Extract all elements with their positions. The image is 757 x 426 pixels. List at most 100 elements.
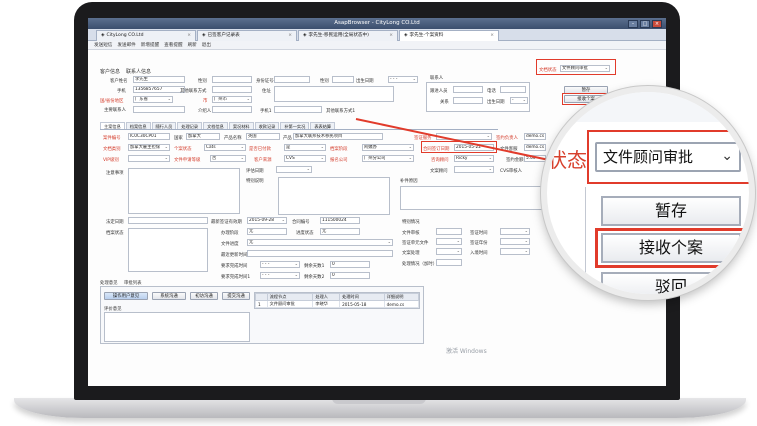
tab-signed-customers[interactable]: ◈ 已签客户记录表 × [197,30,297,41]
other-contact-input[interactable] [212,86,252,93]
date6-select[interactable]: - - - [260,272,300,279]
submit-communication-button[interactable]: 提交沟通 [222,292,250,300]
history-textarea[interactable] [128,228,208,272]
expire-select[interactable]: 2015-09-28 [247,217,287,224]
subtab-materials[interactable]: 案况材料 [228,122,254,129]
days1-input[interactable]: 0 [330,261,370,268]
doc-input[interactable]: demo.cs [524,144,546,151]
id-input[interactable] [274,76,310,83]
product-input[interactable]: 英国 [246,133,280,140]
contract-input[interactable]: 111500024 [320,217,360,224]
close-icon[interactable]: × [652,20,662,28]
stage-select[interactable]: 阿姨办 [362,144,414,151]
menu-send-sms[interactable]: 发送短信 [94,41,112,49]
menu-refresh[interactable]: 刷新 [188,41,197,49]
tab-close-icon[interactable]: × [288,31,292,41]
note2-input[interactable] [436,259,462,266]
evaluation-select[interactable] [276,166,312,173]
minimize-icon[interactable]: – [628,20,638,28]
menu-add-reminder[interactable]: 新增提醒 [141,41,159,49]
tab-citylong[interactable]: ◈ CityLong CO.Ltd × [96,30,196,41]
eval-detail-textarea[interactable] [278,177,390,215]
subtab-payments[interactable]: 收款记录 [254,122,280,129]
tab-close-icon[interactable]: × [490,31,494,41]
birth2-select[interactable]: - [510,97,528,104]
date1-input[interactable] [247,250,393,257]
maximize-icon[interactable]: □ [640,20,650,28]
zoom-reject-button[interactable]: 驳回 [601,272,741,294]
stage-label: 档案阶段 [330,147,348,152]
progress-select[interactable]: 无 [247,239,393,246]
handle-input[interactable]: 无 [247,228,287,235]
case-type-select[interactable]: 加拿大雇主担保 [128,144,170,151]
case-subtabs: 主案信息 档案信息 随行人员 处理记录 文档信息 案况材料 收款记录 补第一实况… [100,122,498,130]
reason-textarea[interactable] [400,186,546,210]
file-no-input[interactable] [128,217,208,224]
copywriter-select[interactable] [454,166,494,173]
name-input[interactable]: 李先生 [133,76,185,83]
charge-select[interactable]: 是 [284,144,326,151]
address-input[interactable] [274,86,394,102]
tab-immigration[interactable]: ◈ 李先生-移民运用(全局状态中) × [298,30,398,41]
tab-close-icon[interactable]: × [389,31,393,41]
sign-input[interactable]: demo.cs [524,133,546,140]
zoom-save-button[interactable]: 暂存 [601,196,741,226]
toolbar-menu: 发送短信 发送邮件 新增提醒 查看提醒 刷新 退出 [88,41,666,50]
grade-select[interactable] [128,155,170,162]
gender2-input[interactable] [332,76,354,83]
history2-select[interactable] [500,228,530,235]
date2-select[interactable] [500,238,530,245]
introducer-input[interactable] [212,106,252,113]
gender-input[interactable] [212,76,252,83]
city-select[interactable]: 广州市 [212,96,252,103]
mobile-input[interactable]: 1356857657 [133,86,185,93]
follow-input[interactable] [453,86,483,93]
consult-select[interactable]: Ricky [454,155,494,162]
subtab-fact[interactable]: 补第一实况 [280,122,310,129]
subtab-archive[interactable]: 档案信息 [125,122,151,129]
program-input[interactable]: 加拿大联邦技术移民项目 [293,133,383,140]
first-visit-button[interactable]: 初访沟通 [190,292,218,300]
visa-select[interactable] [436,238,462,245]
user-opinion-button[interactable]: 操作用户意见 [104,292,148,300]
table-row[interactable]: 1 文件顾问审批 李晓华 2015-05-18 demo.cs [255,300,420,308]
company-select[interactable]: 广州分公司 [362,155,414,162]
review-comment-textarea[interactable] [104,312,250,342]
fee-select[interactable]: Cats [204,144,246,151]
gender2-label: 性别 [320,79,329,84]
appeal-select[interactable]: 否 [210,155,246,162]
note-textarea[interactable] [128,168,240,214]
system-communication-button[interactable]: 系统沟通 [152,292,186,300]
status2-input[interactable]: 无 [320,228,360,235]
relation-input[interactable] [453,97,483,104]
date5-select[interactable]: - - - [260,261,300,268]
tab-case-detail[interactable]: ◈ 李先生-个案资料 × [399,30,499,41]
birth-select[interactable]: - - - [388,76,418,83]
mobile-label: 手机 [117,89,126,94]
doc-handling-input[interactable] [436,228,462,235]
tab-close-icon[interactable]: × [187,31,191,41]
subtab-settle[interactable]: 表表结算 [310,122,336,129]
expire-label: 最新签证有效期 [211,220,242,225]
country-input[interactable]: 加拿大 [186,133,220,140]
subtab-members[interactable]: 随行人员 [151,122,177,129]
province-select[interactable]: 广东省 [133,96,173,103]
days2-input[interactable]: 0 [330,272,370,279]
main-contact-input[interactable] [133,106,185,113]
subtab-records[interactable]: 处理记录 [177,122,203,129]
menu-exit[interactable]: 退出 [202,41,211,49]
menu-send-email[interactable]: 发送邮件 [117,41,135,49]
subtab-docs[interactable]: 文档信息 [203,122,228,129]
product-label: 产品名称 [224,136,242,141]
review-label: CVS审核人 [500,169,523,174]
subtab-main[interactable]: 主案信息 [100,122,125,129]
case-no-input[interactable]: IC0C30CP01 [128,133,170,140]
mobile2-input[interactable] [274,106,322,113]
grid-cell-time: 2015-05-18 [339,300,385,308]
phone-input[interactable] [500,86,526,93]
date3-select[interactable] [500,248,530,255]
menu-view-reminder[interactable]: 查看提醒 [164,41,182,49]
copywriter-label: 文案顾问 [430,169,448,174]
source-select[interactable]: CVS [284,155,326,162]
place-select[interactable] [436,248,462,255]
